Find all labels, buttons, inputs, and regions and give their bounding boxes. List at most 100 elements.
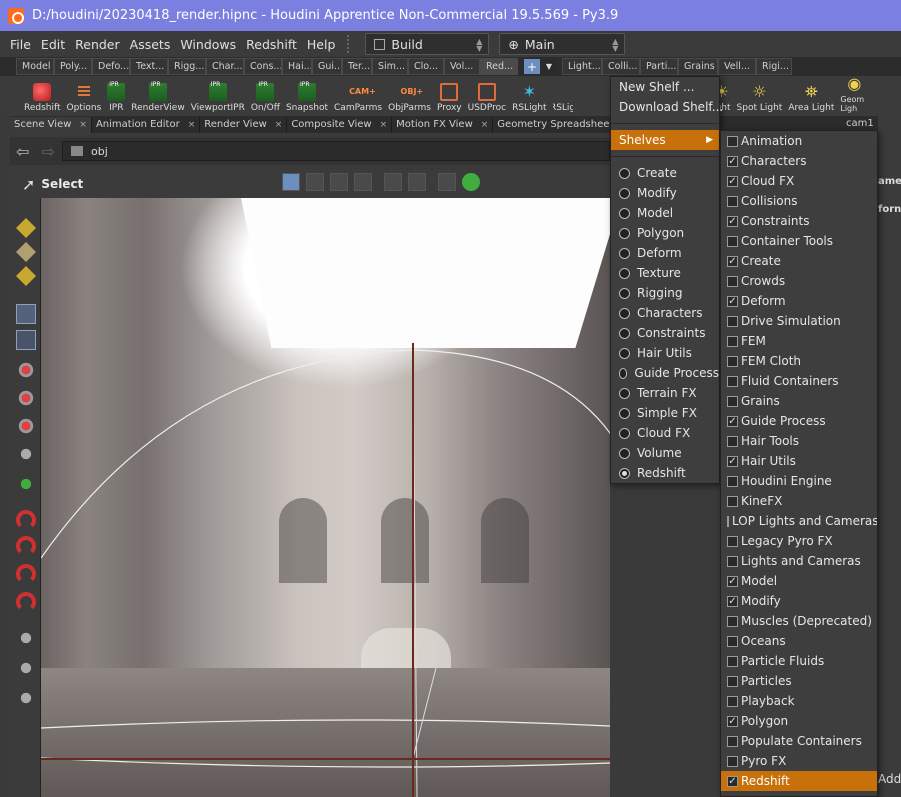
shelf-checkbox-item[interactable]: ✓ Deform	[721, 291, 877, 311]
geom-light-tool[interactable]: ◉ Geom Ligh	[840, 75, 868, 116]
shelf-tab[interactable]: Poly...	[54, 58, 92, 75]
usdproc-tool[interactable]: USDProc	[468, 83, 506, 116]
shelf-checkbox-item[interactable]: LOP Lights and Cameras	[721, 511, 877, 531]
path-field[interactable]: obj	[62, 141, 610, 161]
close-icon[interactable]: ×	[481, 120, 489, 130]
area-light-tool[interactable]: ⛯ Area Light	[788, 83, 834, 116]
ipr-tool[interactable]: IPR	[107, 81, 126, 116]
shelf-tab[interactable]: Ter...	[342, 58, 372, 75]
shelf-tab[interactable]: Colli...	[602, 58, 640, 75]
shelf-checkbox-item[interactable]: Fluid Containers	[721, 371, 877, 391]
connectivity-icon[interactable]	[438, 173, 456, 191]
tab-render-view[interactable]: Render View ×	[200, 116, 288, 133]
magnet-point-icon[interactable]	[16, 564, 36, 584]
shelf-tab[interactable]: Parti...	[640, 58, 678, 75]
shelf-set-item[interactable]: Terrain FX	[611, 383, 719, 403]
shelf-set-item[interactable]: Hair Utils	[611, 343, 719, 363]
add-label[interactable]: Add	[878, 772, 901, 786]
shelf-tab[interactable]: Char...	[206, 58, 244, 75]
menu-redshift[interactable]: Redshift	[246, 37, 297, 52]
shelf-set-item[interactable]: Modify	[611, 183, 719, 203]
shelf-checkbox-item[interactable]: FEM Cloth	[721, 351, 877, 371]
shelves-item[interactable]: Shelves ▶	[611, 130, 719, 150]
snapshot-tool[interactable]: Snapshot	[286, 81, 328, 116]
shelf-tab[interactable]: Vol...	[444, 58, 480, 75]
shelf-checkbox-item[interactable]: ✓ Guide Process	[721, 411, 877, 431]
shelf-checkbox-item[interactable]: Drive Simulation	[721, 311, 877, 331]
pose-icon[interactable]	[16, 444, 36, 464]
scale-icon[interactable]	[16, 416, 36, 436]
proxy-tool[interactable]: Proxy	[437, 83, 462, 116]
shelf-checkbox-item[interactable]: ✓ Hair Utils	[721, 451, 877, 471]
shelf-checkbox-item[interactable]: ✓ Constraints	[721, 211, 877, 231]
shelf-set-item[interactable]: Texture	[611, 263, 719, 283]
shelf-set-item[interactable]: Model	[611, 203, 719, 223]
desktop-selector[interactable]: Build ▲ ▼	[365, 33, 490, 55]
shelf-tab[interactable]: Rigi...	[756, 58, 792, 75]
box-select-icon[interactable]	[282, 173, 300, 191]
menu-windows[interactable]: Windows	[180, 37, 236, 52]
shelf-checkbox-item[interactable]: KineFX	[721, 491, 877, 511]
shelf-checkbox-item[interactable]: Collisions	[721, 191, 877, 211]
select-points-icon[interactable]	[16, 242, 36, 262]
shelf-set-item[interactable]: Deform	[611, 243, 719, 263]
shelf-checkbox-item[interactable]: Grains	[721, 391, 877, 411]
menu-render[interactable]: Render	[75, 37, 120, 52]
handle-icon[interactable]	[16, 474, 36, 494]
shelf-tab[interactable]: Vell...	[718, 58, 756, 75]
rslight2-tool[interactable]: RSLig	[553, 83, 573, 116]
shelf-checkbox-item[interactable]: Legacy Pyro FX	[721, 531, 877, 551]
shelf-checkbox-item[interactable]: Particle Fluids	[721, 651, 877, 671]
shelf-tab[interactable]: Cons...	[244, 58, 282, 75]
context-selector[interactable]: ⊕ Main ▲ ▼	[499, 33, 626, 55]
shelf-checkbox-item[interactable]: ✓ Characters	[721, 151, 877, 171]
scene-viewport[interactable]	[41, 198, 610, 797]
shelf-tab[interactable]: Model	[16, 58, 54, 75]
magnet-curve-icon[interactable]	[16, 536, 36, 556]
normals-toggle-icon[interactable]	[462, 173, 480, 191]
tab-geometry-spreadsheet[interactable]: Geometry Spreadsheet	[493, 116, 619, 133]
shelf-set-item[interactable]: Redshift	[611, 463, 719, 483]
shelf-checkbox-item[interactable]: Playback	[721, 691, 877, 711]
shelf-checkbox-item[interactable]: Oceans	[721, 631, 877, 651]
select-object-icon[interactable]	[16, 218, 36, 238]
select-prims-icon[interactable]	[16, 266, 36, 286]
shelf-set-item[interactable]: Characters	[611, 303, 719, 323]
brush-select-icon[interactable]	[330, 173, 348, 191]
shelf-checkbox-item[interactable]: Animation	[721, 131, 877, 151]
close-icon[interactable]: ×	[275, 120, 283, 130]
shelf-tab[interactable]: Light...	[562, 58, 602, 75]
shelf-set-item[interactable]: Create	[611, 163, 719, 183]
download-shelf-item[interactable]: Download Shelf...	[611, 97, 723, 117]
viewportipr-tool[interactable]: ViewportIPR	[191, 81, 245, 116]
display-icon[interactable]	[16, 688, 36, 708]
back-arrow-icon[interactable]: ⇦	[16, 142, 29, 161]
select-visible-icon[interactable]	[408, 173, 426, 191]
camera-icon[interactable]	[16, 628, 36, 648]
shelf-checkbox-item[interactable]: Crowds	[721, 271, 877, 291]
shelf-set-item[interactable]: Volume	[611, 443, 719, 463]
close-icon[interactable]: ×	[380, 120, 388, 130]
new-shelf-item[interactable]: New Shelf ...	[611, 77, 719, 97]
renderview-tool[interactable]: RenderView	[131, 81, 184, 116]
shelf-checkbox-item[interactable]: FEM	[721, 331, 877, 351]
options-tool[interactable]: Options	[67, 83, 101, 116]
camparms-tool[interactable]: CAM+ CamParms	[334, 83, 382, 116]
objparms-tool[interactable]: OBJ+ ObjParms	[388, 83, 431, 116]
transform-icon[interactable]	[16, 360, 36, 380]
close-icon[interactable]: ×	[188, 120, 196, 130]
spot-light-tool[interactable]: ☼ Spot Light	[737, 83, 783, 116]
shelf-checkbox-item[interactable]: ✓ Polygon	[721, 711, 877, 731]
shelf-tab[interactable]: Text...	[130, 58, 168, 75]
shelf-checkbox-item[interactable]: Particles	[721, 671, 877, 691]
shelf-checkbox-item[interactable]: Houdini Engine	[721, 471, 877, 491]
shelf-checkbox-item[interactable]: ✓ Model	[721, 571, 877, 591]
shelf-set-item[interactable]: Rigging	[611, 283, 719, 303]
shelf-tab-redshift[interactable]: Red...	[480, 58, 518, 75]
shelf-checkbox-item[interactable]: Lights and Cameras	[721, 551, 877, 571]
onoff-tool[interactable]: On/Off	[251, 81, 280, 116]
magnet-icon[interactable]	[16, 592, 36, 612]
shelf-checkbox-item[interactable]: Muscles (Deprecated)	[721, 611, 877, 631]
tab-composite-view[interactable]: Composite View ×	[287, 116, 393, 133]
shelf-tab[interactable]: Gui...	[312, 58, 342, 75]
